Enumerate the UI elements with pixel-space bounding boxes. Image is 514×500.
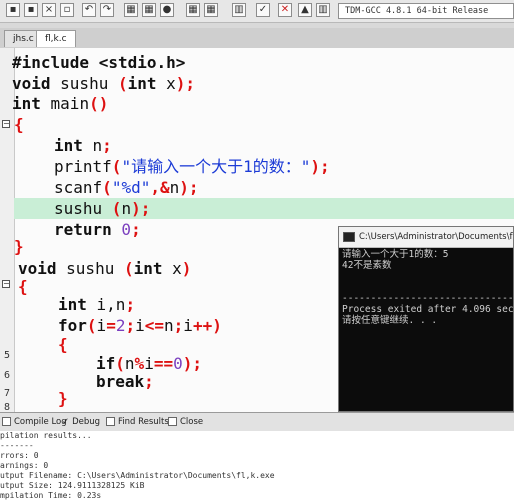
close-panel-button[interactable]: Close — [168, 414, 203, 430]
console-output: 请输入一个大于1的数：5 42不是素数 ----------------------… — [342, 249, 514, 326]
print-icon[interactable]: ▫ — [60, 3, 74, 17]
compile-log-icon — [2, 417, 11, 426]
output-line: rrors: 0 — [0, 451, 39, 460]
tab-find-results[interactable]: Find Results — [106, 414, 169, 430]
output-line: arnings: 0 — [0, 461, 49, 470]
output-line: mpilation Time: 0.23s — [0, 491, 102, 500]
code-line: int main() — [12, 94, 109, 113]
code-line: { — [58, 335, 68, 354]
code-line-highlighted: sushu (n); — [14, 198, 514, 219]
stop-icon[interactable]: ✕ — [278, 3, 292, 17]
chart-icon[interactable]: ▥ — [232, 3, 246, 17]
line-number: 6 — [3, 370, 10, 381]
console-title-bar[interactable]: C:\Users\Administrator\Documents\fl,k — [339, 227, 514, 248]
output-line: ------- — [0, 441, 34, 450]
code-line: printf("请输入一个大于1的数："); — [54, 157, 330, 176]
check-icon: ✓ — [62, 417, 70, 427]
tab-compile-log[interactable]: Compile Log — [2, 414, 67, 430]
grid-icon[interactable]: ▦ — [124, 3, 138, 17]
code-line: int n; — [54, 136, 112, 155]
console-line: 请按任意键继续. . . — [342, 315, 438, 326]
code-line: scanf("%d",&n); — [54, 178, 199, 197]
code-line: } — [14, 237, 24, 256]
line-number: 8 — [3, 402, 10, 412]
console-line: 42不是素数 — [342, 260, 392, 271]
close-file-icon[interactable]: × — [42, 3, 56, 17]
line-number: 5 — [3, 350, 10, 361]
code-line: void sushu (int x) — [18, 259, 192, 278]
file-tabs: jhs.c fl,k.c — [0, 28, 514, 49]
fold-toggle-icon[interactable]: − — [2, 280, 10, 288]
output-line: pilation results... — [0, 431, 92, 440]
console-line: -------------------------------- — [342, 293, 514, 304]
tab-debug[interactable]: ✓ Debug — [62, 414, 100, 430]
bottom-panel-tabs: Compile Log ✓ Debug Find Results Close — [0, 412, 514, 432]
run-icon[interactable]: ● — [160, 3, 174, 17]
code-editor[interactable]: − − 5 6 7 8 #include <stdio.h> void sush… — [0, 48, 514, 412]
save-all-icon[interactable]: ▪ — [24, 3, 38, 17]
code-line: #include <stdio.h> — [12, 53, 186, 72]
line-number: 7 — [3, 388, 10, 399]
rebuild-icon[interactable]: ▦ — [204, 3, 218, 17]
compile-output: pilation results... ------- rrors: 0 arning… — [0, 431, 514, 500]
console-icon — [343, 231, 355, 242]
compile-run-icon[interactable]: ▦ — [186, 3, 200, 17]
console-window[interactable]: C:\Users\Administrator\Documents\fl,k 请输… — [338, 226, 514, 412]
debug-icon[interactable]: ▲ — [298, 3, 312, 17]
compile-icon[interactable]: ▦ — [142, 3, 156, 17]
compiler-select[interactable]: TDM-GCC 4.8.1 64-bit Release — [338, 3, 514, 19]
code-line: return 0; — [54, 220, 141, 239]
save-icon[interactable]: ▪ — [6, 3, 20, 17]
fold-toggle-icon[interactable]: − — [2, 120, 10, 128]
close-icon — [168, 417, 177, 426]
code-line: { — [14, 115, 24, 134]
code-line: { — [18, 277, 28, 296]
console-line: Process exited after 4.096 seconds — [342, 304, 514, 315]
output-line: utput Size: 124.9111328125 KiB — [0, 481, 145, 490]
code-line: break; — [96, 372, 154, 391]
toolbar: ▪ ▪ × ▫ ↶ ↷ ▦ ▦ ● ▦ ▦ ▥ ✓ ✕ ▲ ▥ TDM-GCC … — [0, 0, 514, 23]
find-results-icon — [106, 417, 115, 426]
console-title: C:\Users\Administrator\Documents\fl,k — [359, 232, 514, 242]
profile-icon[interactable]: ▥ — [316, 3, 330, 17]
code-line: } — [58, 389, 68, 408]
code-line: for(i=2;i<=n;i++) — [58, 316, 222, 335]
check-icon[interactable]: ✓ — [256, 3, 270, 17]
tab-fl-k-c[interactable]: fl,k.c — [36, 30, 76, 47]
output-line: utput Filename: C:\Users\Administrator\D… — [0, 471, 275, 480]
redo-icon[interactable]: ↷ — [100, 3, 114, 17]
code-line: void sushu (int x); — [12, 74, 196, 93]
console-line: 请输入一个大于1的数：5 — [342, 249, 449, 260]
code-line: int i,n; — [58, 295, 136, 314]
undo-icon[interactable]: ↶ — [82, 3, 96, 17]
